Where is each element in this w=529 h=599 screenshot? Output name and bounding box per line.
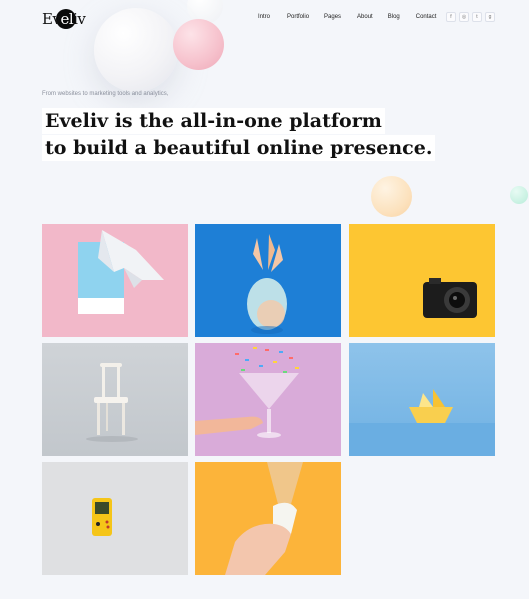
paper-boat-image bbox=[349, 389, 495, 456]
nav-item-pages[interactable]: Pages bbox=[324, 14, 341, 20]
sprinkles-glass-image bbox=[195, 347, 299, 438]
chair-image bbox=[86, 363, 138, 442]
logo-text: Eveliv bbox=[42, 10, 86, 28]
portfolio-item-origami-bird[interactable] bbox=[42, 224, 188, 337]
hero-eyebrow: From websites to marketing tools and ana… bbox=[42, 91, 169, 97]
game-console-image bbox=[92, 498, 112, 536]
main-nav: Intro Portfolio Pages About Blog Contact bbox=[258, 14, 436, 20]
nav-item-blog[interactable]: Blog bbox=[388, 14, 400, 20]
portfolio-item-chair[interactable] bbox=[42, 343, 188, 456]
headline-line-2: to build a beautiful online presence. bbox=[42, 135, 436, 161]
portfolio-item-ice-cream-cone[interactable] bbox=[195, 462, 341, 575]
origami-bird-image bbox=[78, 230, 164, 314]
portfolio-item-pineapple[interactable] bbox=[195, 224, 341, 337]
hero-headline: Eveliv is the all-in-one platform to bui… bbox=[42, 108, 436, 162]
decorative-bubble bbox=[371, 176, 412, 217]
google-plus-icon[interactable]: g bbox=[485, 12, 495, 22]
site-logo[interactable]: Eveliv bbox=[42, 9, 86, 29]
instagram-icon[interactable]: ◎ bbox=[459, 12, 469, 22]
decorative-bubble bbox=[173, 19, 224, 70]
twitter-icon[interactable]: t bbox=[472, 12, 482, 22]
decorative-bubble bbox=[510, 186, 528, 204]
nav-item-about[interactable]: About bbox=[357, 14, 373, 20]
headline-line-1: Eveliv is the all-in-one platform bbox=[42, 108, 385, 134]
ice-cream-cone-image bbox=[225, 462, 303, 575]
social-links: f ◎ t g bbox=[446, 12, 495, 22]
pineapple-image bbox=[247, 234, 287, 334]
portfolio-item-camera[interactable] bbox=[349, 224, 495, 337]
portfolio-item-sprinkles-glass[interactable] bbox=[195, 343, 341, 456]
camera-image bbox=[423, 278, 477, 318]
portfolio-item-paper-boat[interactable] bbox=[349, 343, 495, 456]
nav-item-contact[interactable]: Contact bbox=[416, 14, 437, 20]
decorative-bubble bbox=[94, 8, 178, 92]
facebook-icon[interactable]: f bbox=[446, 12, 456, 22]
portfolio-item-game-console[interactable] bbox=[42, 462, 188, 575]
nav-item-portfolio[interactable]: Portfolio bbox=[287, 14, 309, 20]
nav-item-intro[interactable]: Intro bbox=[258, 14, 270, 20]
